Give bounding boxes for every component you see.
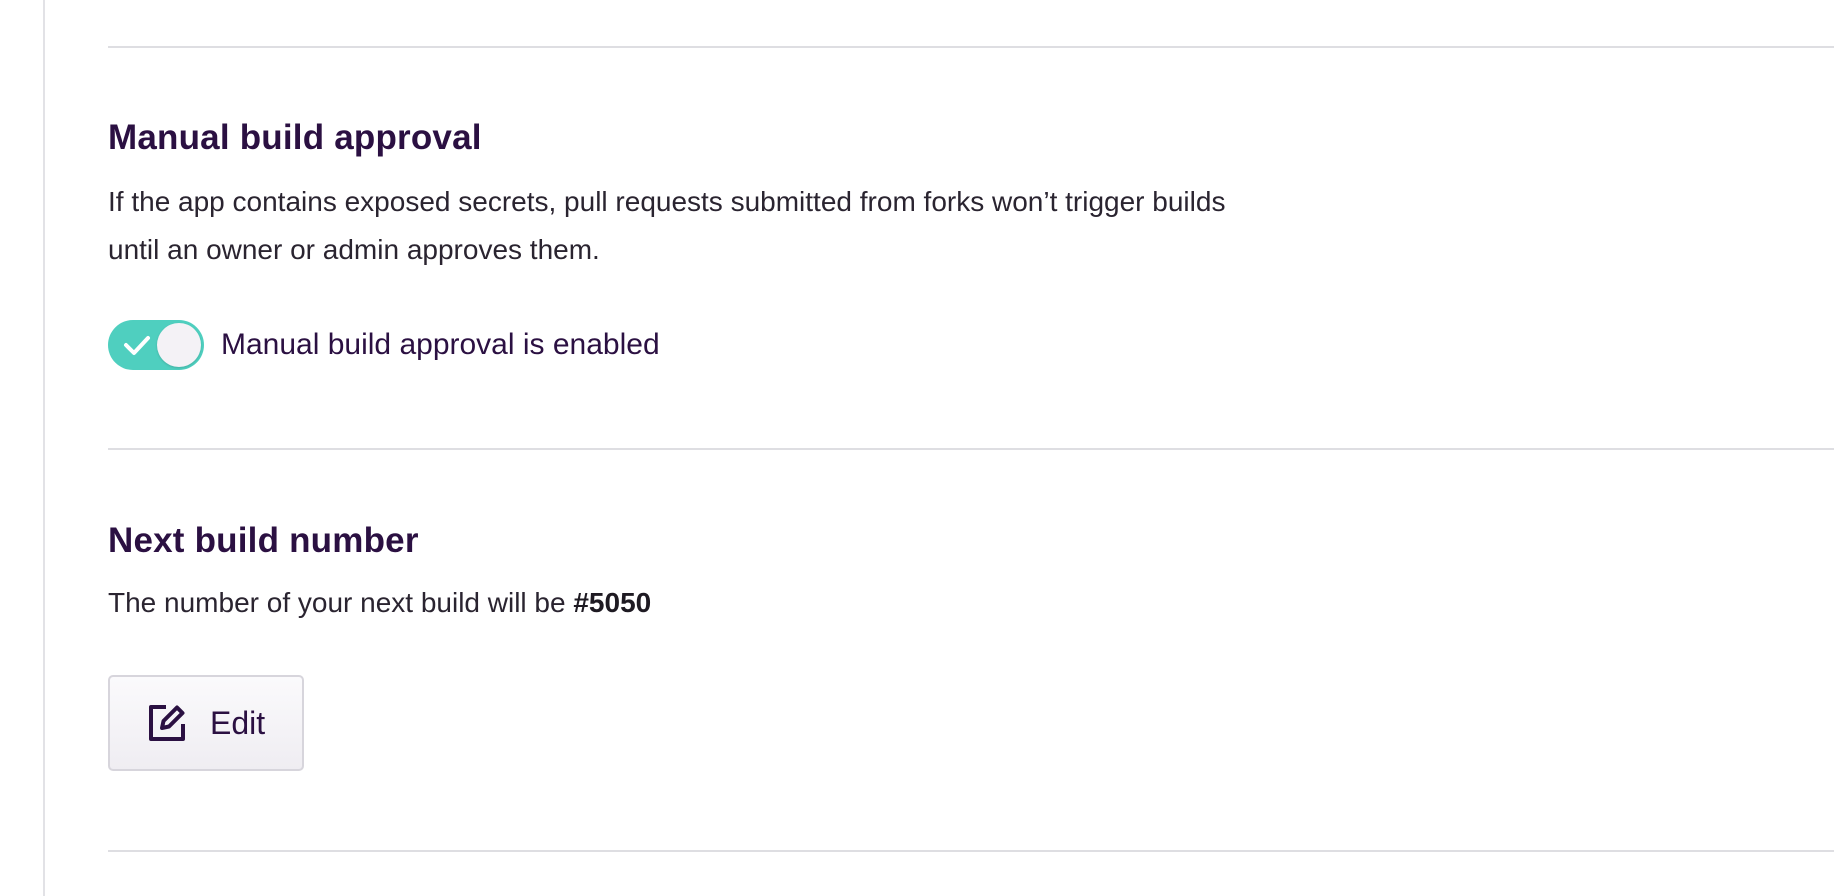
section-divider-middle	[108, 448, 1834, 450]
manual-approval-toggle[interactable]	[108, 320, 204, 370]
next-build-number: #5050	[573, 587, 652, 618]
manual-approval-description-line-1: If the app contains exposed secrets, pul…	[108, 186, 1226, 217]
left-border	[43, 0, 45, 896]
edit-build-number-button[interactable]: Edit	[108, 675, 304, 771]
next-build-description: The number of your next build will be #5…	[108, 579, 1448, 627]
toggle-knob	[157, 323, 201, 367]
pencil-square-icon	[149, 705, 185, 741]
edit-button-label: Edit	[210, 704, 266, 741]
section-divider-top	[108, 46, 1834, 48]
manual-approval-toggle-row[interactable]: Manual build approval is enabled	[108, 320, 660, 370]
check-icon	[124, 336, 150, 355]
section-divider-bottom	[108, 850, 1834, 852]
manual-approval-description: If the app contains exposed secrets, pul…	[108, 178, 1448, 274]
manual-approval-title: Manual build approval	[108, 118, 482, 157]
settings-page: Manual build approval If the app contain…	[0, 0, 1834, 896]
next-build-description-text: The number of your next build will be	[108, 587, 574, 618]
manual-approval-description-line-2: until an owner or admin approves them.	[108, 234, 600, 265]
next-build-title: Next build number	[108, 521, 419, 560]
manual-approval-toggle-label: Manual build approval is enabled	[221, 328, 660, 361]
